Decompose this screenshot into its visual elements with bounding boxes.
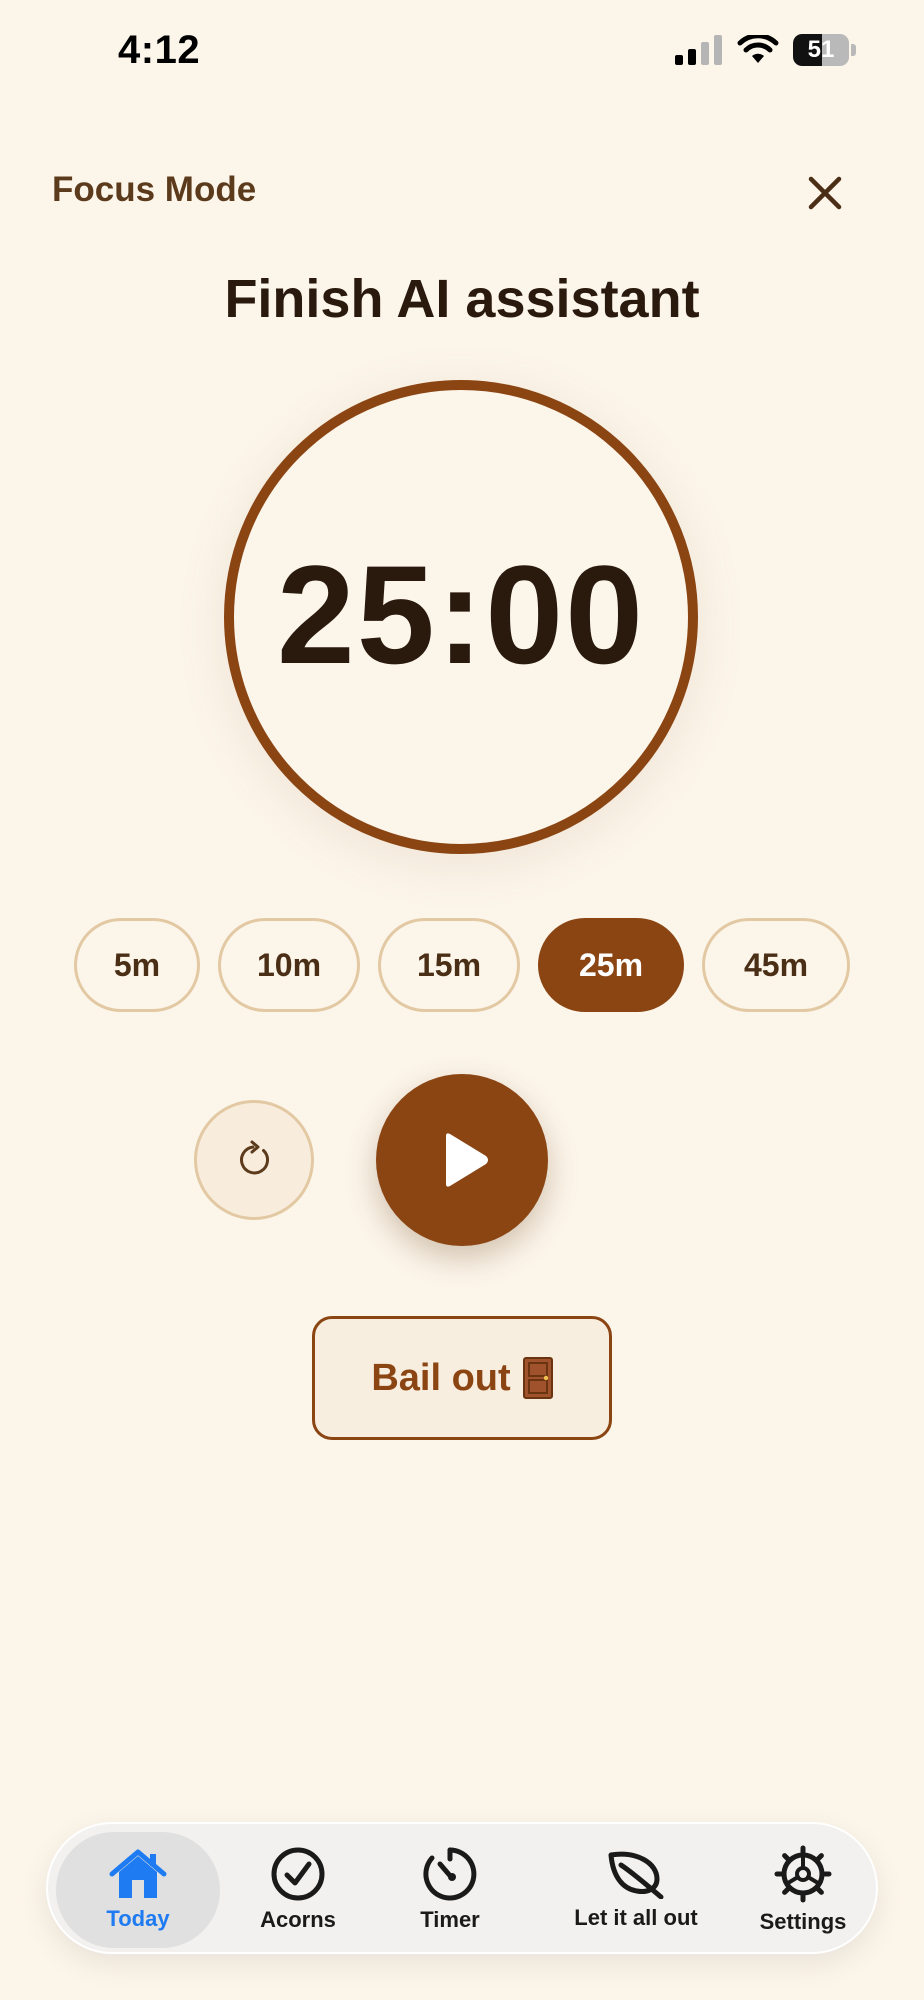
tab-timer[interactable]: Timer	[376, 1832, 524, 1948]
tab-today[interactable]: Today	[56, 1832, 220, 1948]
tab-label: Acorns	[260, 1907, 336, 1932]
duration-chip-25m[interactable]: 25m	[538, 918, 684, 1012]
checkmark-circle-icon	[271, 1847, 325, 1901]
play-button[interactable]	[376, 1074, 548, 1246]
tab-acorns[interactable]: Acorns	[224, 1832, 372, 1948]
tab-label: Today	[106, 1906, 170, 1931]
close-icon	[808, 176, 842, 210]
battery-cap	[851, 44, 856, 56]
bail-out-button[interactable]: Bail out	[312, 1316, 612, 1440]
tab-label: Settings	[759, 1909, 847, 1934]
wifi-icon	[737, 35, 779, 63]
status-time: 4:12	[118, 28, 201, 72]
signal-icon	[675, 35, 722, 65]
timer-ring: 25:00	[224, 380, 698, 854]
close-button[interactable]	[796, 164, 854, 222]
duration-chip-45m[interactable]: 45m	[702, 918, 850, 1012]
battery-percent: 51	[807, 36, 835, 63]
door-icon	[522, 1357, 553, 1399]
tab-label: Timer	[420, 1907, 480, 1932]
tab-let-it-all-out[interactable]: Let it all out	[538, 1832, 734, 1948]
gear-icon	[774, 1845, 832, 1903]
leaf-icon	[608, 1851, 664, 1899]
duration-chip-5m[interactable]: 5m	[74, 918, 200, 1012]
duration-chip-10m[interactable]: 10m	[218, 918, 360, 1012]
battery-icon: 51	[793, 34, 849, 66]
tab-label: Let it all out	[574, 1905, 698, 1930]
tab-bar: Today Acorns Timer Let it all out Settin…	[46, 1822, 878, 1954]
duration-chip-15m[interactable]: 15m	[378, 918, 520, 1012]
timer-display: 25:00	[276, 536, 646, 693]
play-icon	[446, 1133, 488, 1187]
house-icon	[109, 1849, 167, 1898]
reset-icon	[240, 1140, 269, 1175]
page-title: Focus Mode	[52, 170, 257, 209]
task-title: Finish AI assistant	[224, 269, 700, 329]
status-icons: 51	[675, 34, 856, 66]
tab-settings[interactable]: Settings	[734, 1832, 872, 1948]
bail-out-label: Bail out	[371, 1356, 511, 1399]
reset-button[interactable]	[194, 1100, 314, 1220]
timer-icon	[423, 1847, 477, 1901]
